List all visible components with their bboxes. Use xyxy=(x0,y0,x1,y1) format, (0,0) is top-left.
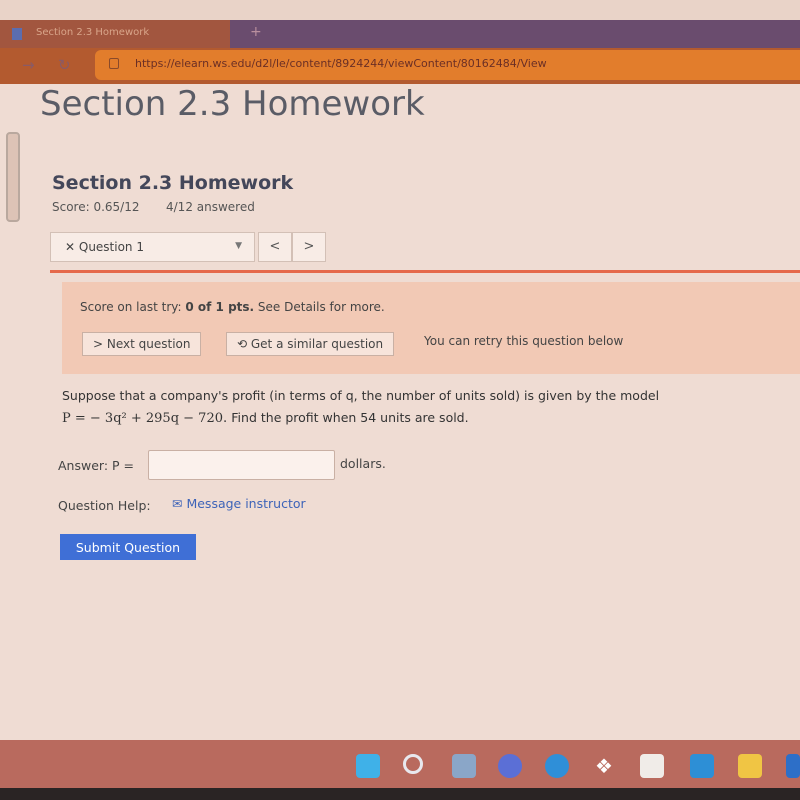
answer-input[interactable] xyxy=(148,450,335,480)
previous-question-button[interactable]: < xyxy=(258,232,292,262)
teams-meet-icon[interactable] xyxy=(498,754,522,778)
edge-icon[interactable] xyxy=(545,754,569,778)
refresh-icon: ⟲ xyxy=(237,337,251,351)
retry-note: You can retry this question below xyxy=(424,334,624,348)
message-instructor-label: Message instructor xyxy=(186,496,306,511)
tab-title: Section 2.3 Homework xyxy=(36,27,150,38)
question-select[interactable]: ✕ Question 1 ▼ xyxy=(50,232,255,262)
forward-icon[interactable]: → xyxy=(22,56,35,74)
lock-icon xyxy=(109,58,119,69)
address-bar[interactable]: https://elearn.ws.edu/d2l/le/content/892… xyxy=(95,50,800,80)
question-text: Suppose that a company's profit (in term… xyxy=(62,388,660,403)
chevron-down-icon: ▼ xyxy=(235,241,242,251)
similar-question-button[interactable]: ⟲ Get a similar question xyxy=(226,332,395,356)
taskbar: ❖ xyxy=(0,740,800,788)
question-select-value: ✕ Question 1 xyxy=(65,240,144,254)
search-icon[interactable] xyxy=(403,754,423,774)
next-question-button[interactable]: > Next question xyxy=(82,332,202,356)
score-text: Score: 0.65/12 xyxy=(52,200,140,214)
score-alert: Score on last try: 0 of 1 pts. See Detai… xyxy=(62,282,800,374)
question-formula-line: P = − 3q² + 295q − 720. Find the profit … xyxy=(62,410,469,426)
answer-label: Answer: P = xyxy=(58,458,134,473)
similar-question-label: Get a similar question xyxy=(250,337,384,351)
windows-start-icon[interactable] xyxy=(356,754,380,778)
next-question-arrow-button[interactable]: > xyxy=(292,232,326,262)
answer-unit: dollars. xyxy=(340,456,386,471)
divider xyxy=(50,270,800,273)
dropbox-icon[interactable]: ❖ xyxy=(592,754,616,778)
page-title: Section 2.3 Homework xyxy=(40,84,425,124)
mail-icon[interactable] xyxy=(690,754,714,778)
store-icon[interactable] xyxy=(640,754,664,778)
refresh-icon[interactable]: ↻ xyxy=(58,56,71,74)
tab-favicon-icon xyxy=(12,28,22,40)
side-panel-toggle[interactable] xyxy=(6,132,20,222)
tab-bar: Section 2.3 Homework + xyxy=(0,20,800,48)
last-try-score: Score on last try: 0 of 1 pts. See Detai… xyxy=(80,300,385,314)
question-help-label: Question Help: xyxy=(58,498,151,513)
answered-count: 4/12 answered xyxy=(166,200,255,214)
monitor-bezel xyxy=(0,788,800,800)
new-tab-button[interactable]: + xyxy=(250,24,262,40)
question-prompt: Find the profit when 54 units are sold. xyxy=(231,410,469,425)
calendar-icon[interactable] xyxy=(786,754,800,778)
page-content: Section 2.3 Homework Section 2.3 Homewor… xyxy=(0,84,800,740)
submit-question-button[interactable]: Submit Question xyxy=(60,534,196,560)
url-text: https://elearn.ws.edu/d2l/le/content/892… xyxy=(135,57,547,70)
browser-tab[interactable]: Section 2.3 Homework xyxy=(0,20,230,48)
message-instructor-link[interactable]: ✉ Message instructor xyxy=(172,496,306,511)
file-explorer-icon[interactable] xyxy=(738,754,762,778)
profit-formula: P = − 3q² + 295q − 720. xyxy=(62,411,228,426)
envelope-icon: ✉ xyxy=(172,496,187,511)
navigation-bar: → ↻ https://elearn.ws.edu/d2l/le/content… xyxy=(0,48,800,84)
assignment-title: Section 2.3 Homework xyxy=(52,172,294,194)
task-view-icon[interactable] xyxy=(452,754,476,778)
